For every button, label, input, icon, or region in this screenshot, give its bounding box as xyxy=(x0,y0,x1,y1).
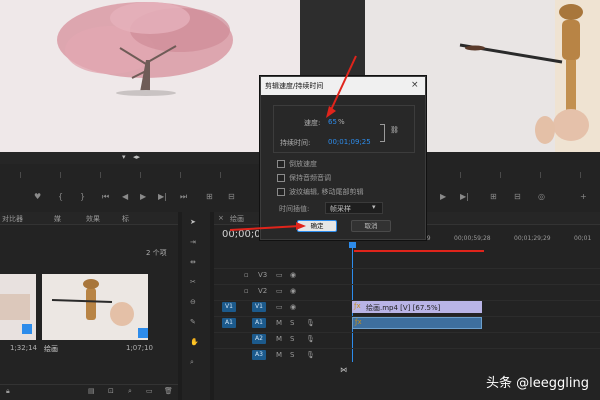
annotation-arrows xyxy=(229,55,357,231)
watermark: 头条 @leeggling xyxy=(486,376,589,391)
